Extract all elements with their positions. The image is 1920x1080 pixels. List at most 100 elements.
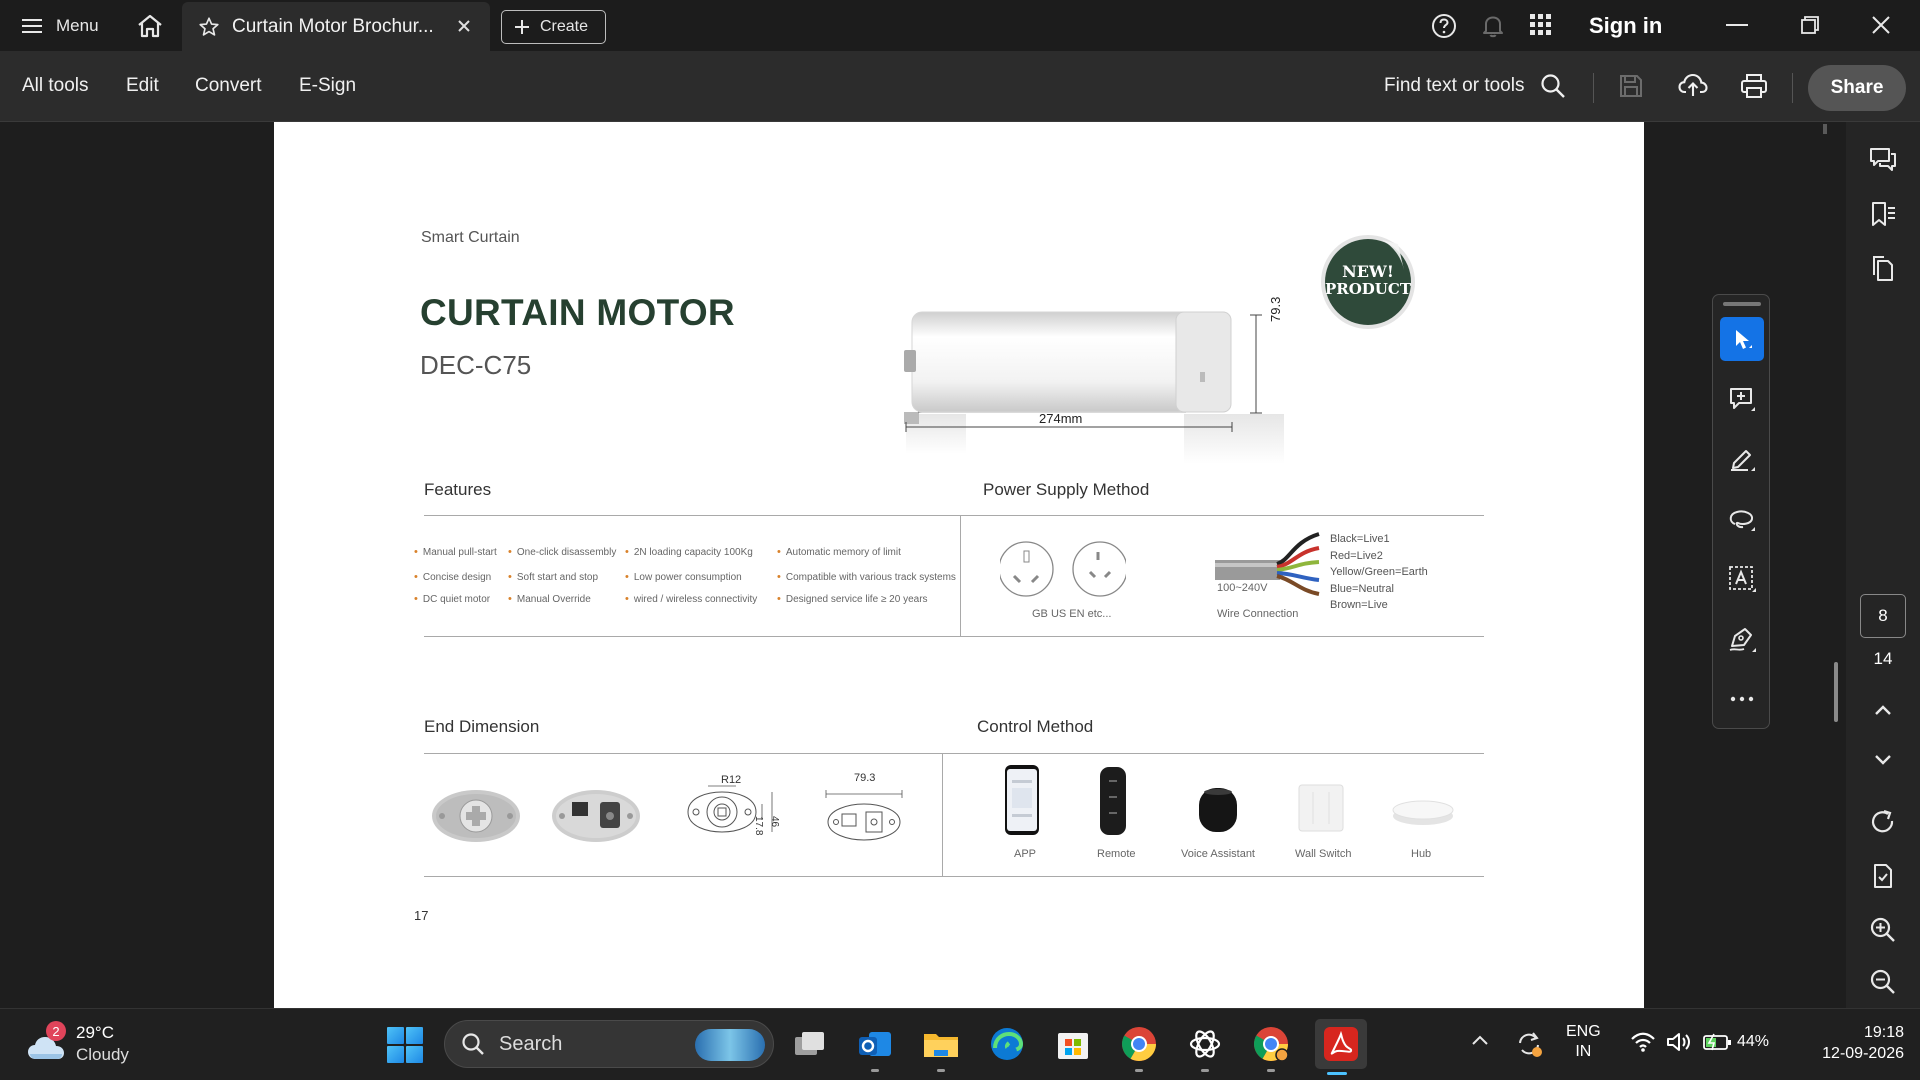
next-page-button[interactable] <box>1864 742 1902 778</box>
edge-app[interactable] <box>985 1022 1029 1066</box>
comments-button[interactable] <box>1864 142 1902 178</box>
weather-temperature: 29°C <box>76 1023 114 1042</box>
menu-button[interactable]: Menu <box>22 12 99 40</box>
volume-icon[interactable] <box>1666 1031 1692 1053</box>
file-explorer-app[interactable] <box>919 1022 963 1072</box>
home-icon[interactable] <box>135 12 165 40</box>
remote-image <box>1100 767 1126 835</box>
comment-add-icon <box>1728 385 1756 413</box>
help-icon[interactable] <box>1431 13 1457 39</box>
acrobat-app[interactable] <box>1315 1019 1367 1075</box>
star-icon[interactable] <box>198 16 220 38</box>
clock-time: 19:18 <box>1863 1024 1904 1041</box>
find-text-or-tools[interactable]: Find text or tools <box>1384 75 1524 97</box>
taskbar-search[interactable]: Search <box>444 1020 774 1068</box>
show-hidden-icons-chevron[interactable] <box>1470 1033 1490 1047</box>
microsoft-store-app[interactable] <box>1051 1022 1095 1066</box>
control-method-heading: Control Method <box>977 717 1094 736</box>
restore-window-icon[interactable] <box>1795 13 1825 37</box>
print-icon[interactable] <box>1740 72 1768 100</box>
rotate-button[interactable] <box>1864 804 1902 840</box>
voice-assistant-image <box>1199 788 1237 832</box>
document-tab[interactable]: Curtain Motor Brochur... <box>182 2 490 51</box>
chrome-icon <box>1120 1025 1158 1063</box>
weather-notification-badge: 2 <box>46 1021 66 1041</box>
phone-image <box>1005 765 1039 835</box>
edge-browser-icon <box>989 1026 1025 1062</box>
cloud-upload-icon[interactable] <box>1678 71 1708 99</box>
outlook-app[interactable] <box>853 1022 897 1072</box>
end-width-drawing <box>825 790 903 841</box>
bell-icon[interactable] <box>1481 13 1505 39</box>
language-code: ENG <box>1566 1023 1601 1040</box>
feature-item: Concise design <box>414 571 491 583</box>
chrome-profile-app[interactable] <box>1249 1022 1293 1072</box>
panel-grip[interactable] <box>1723 302 1761 306</box>
end-dimension-drawing <box>687 785 773 833</box>
highlighter-icon <box>1728 445 1756 473</box>
wall-switch-image <box>1298 784 1344 832</box>
search-placeholder: Search <box>499 1032 563 1055</box>
previous-page-button[interactable] <box>1864 692 1902 728</box>
sign-tool[interactable] <box>1720 617 1764 661</box>
chatgpt-app[interactable] <box>1183 1022 1227 1072</box>
scroll-handle[interactable] <box>1834 662 1838 722</box>
chrome-app[interactable] <box>1117 1022 1161 1072</box>
close-window-icon[interactable] <box>1866 12 1896 38</box>
current-page-input[interactable]: 8 <box>1860 594 1906 638</box>
power-supply-heading: Power Supply Method <box>983 480 1150 499</box>
bookmarks-button[interactable] <box>1864 196 1902 232</box>
edit-menu[interactable]: Edit <box>126 75 159 97</box>
esign-menu[interactable]: E-Sign <box>299 75 356 97</box>
language-indicator[interactable]: ENG IN <box>1566 1022 1601 1062</box>
feature-item: Low power consumption <box>625 571 742 583</box>
running-indicator <box>1267 1069 1275 1072</box>
sync-icon[interactable] <box>1514 1029 1544 1059</box>
create-button[interactable]: Create <box>501 10 606 44</box>
zoom-out-button[interactable] <box>1864 964 1902 1000</box>
share-button[interactable]: Share <box>1808 65 1906 111</box>
document-settings-icon <box>1869 862 1897 890</box>
select-tool[interactable] <box>1720 317 1764 361</box>
wire-label: Yellow/Green=Earth <box>1330 566 1428 578</box>
scrollbar-thumb[interactable] <box>1823 124 1827 134</box>
more-tools[interactable] <box>1720 677 1764 721</box>
pages-button[interactable] <box>1864 250 1902 286</box>
control-label: Remote <box>1097 848 1136 860</box>
convert-menu[interactable]: Convert <box>195 75 262 97</box>
text-recognition-tool[interactable] <box>1720 557 1764 601</box>
new-product-badge: NEW! PRODUCT <box>1316 230 1420 334</box>
search-icon[interactable] <box>1540 73 1566 99</box>
apps-grid-icon[interactable] <box>1530 14 1552 36</box>
search-highlight-image <box>695 1029 765 1061</box>
windows-start-icon[interactable] <box>386 1026 424 1064</box>
acrobat-icon <box>1322 1025 1360 1063</box>
feature-item: Soft start and stop <box>508 571 598 583</box>
quick-tools-panel <box>1712 294 1770 729</box>
battery-charging-icon[interactable] <box>1702 1033 1732 1051</box>
task-view-button[interactable] <box>788 1022 832 1066</box>
minimize-icon[interactable] <box>1722 14 1752 38</box>
plug-caption: GB US EN etc... <box>1032 608 1112 620</box>
length-dimension: 274mm <box>1039 411 1083 426</box>
vertical-scrollbar[interactable] <box>1822 122 1828 1008</box>
page-options-button[interactable] <box>1864 858 1902 894</box>
draw-tool[interactable] <box>1720 497 1764 541</box>
all-tools-menu[interactable]: All tools <box>22 75 89 97</box>
weather-widget[interactable]: 2 29°C Cloudy <box>26 1021 136 1069</box>
sign-in-button[interactable]: Sign in <box>1589 13 1662 39</box>
pen-sign-icon <box>1727 624 1757 654</box>
zoom-in-button[interactable] <box>1864 912 1902 948</box>
chevron-down-icon <box>1874 754 1892 766</box>
close-tab-icon[interactable] <box>454 16 474 36</box>
folder-icon <box>922 1028 960 1060</box>
chrome-icon <box>1252 1025 1290 1063</box>
clock-date: 12-09-2026 <box>1822 1045 1904 1062</box>
save-icon[interactable] <box>1618 73 1644 99</box>
add-comment-tool[interactable] <box>1720 377 1764 421</box>
highlight-tool[interactable] <box>1720 437 1764 481</box>
wifi-icon[interactable] <box>1630 1031 1656 1053</box>
control-label: Voice Assistant <box>1181 848 1255 860</box>
running-indicator <box>937 1069 945 1072</box>
system-clock[interactable]: 19:18 12-09-2026 <box>1794 1022 1904 1064</box>
